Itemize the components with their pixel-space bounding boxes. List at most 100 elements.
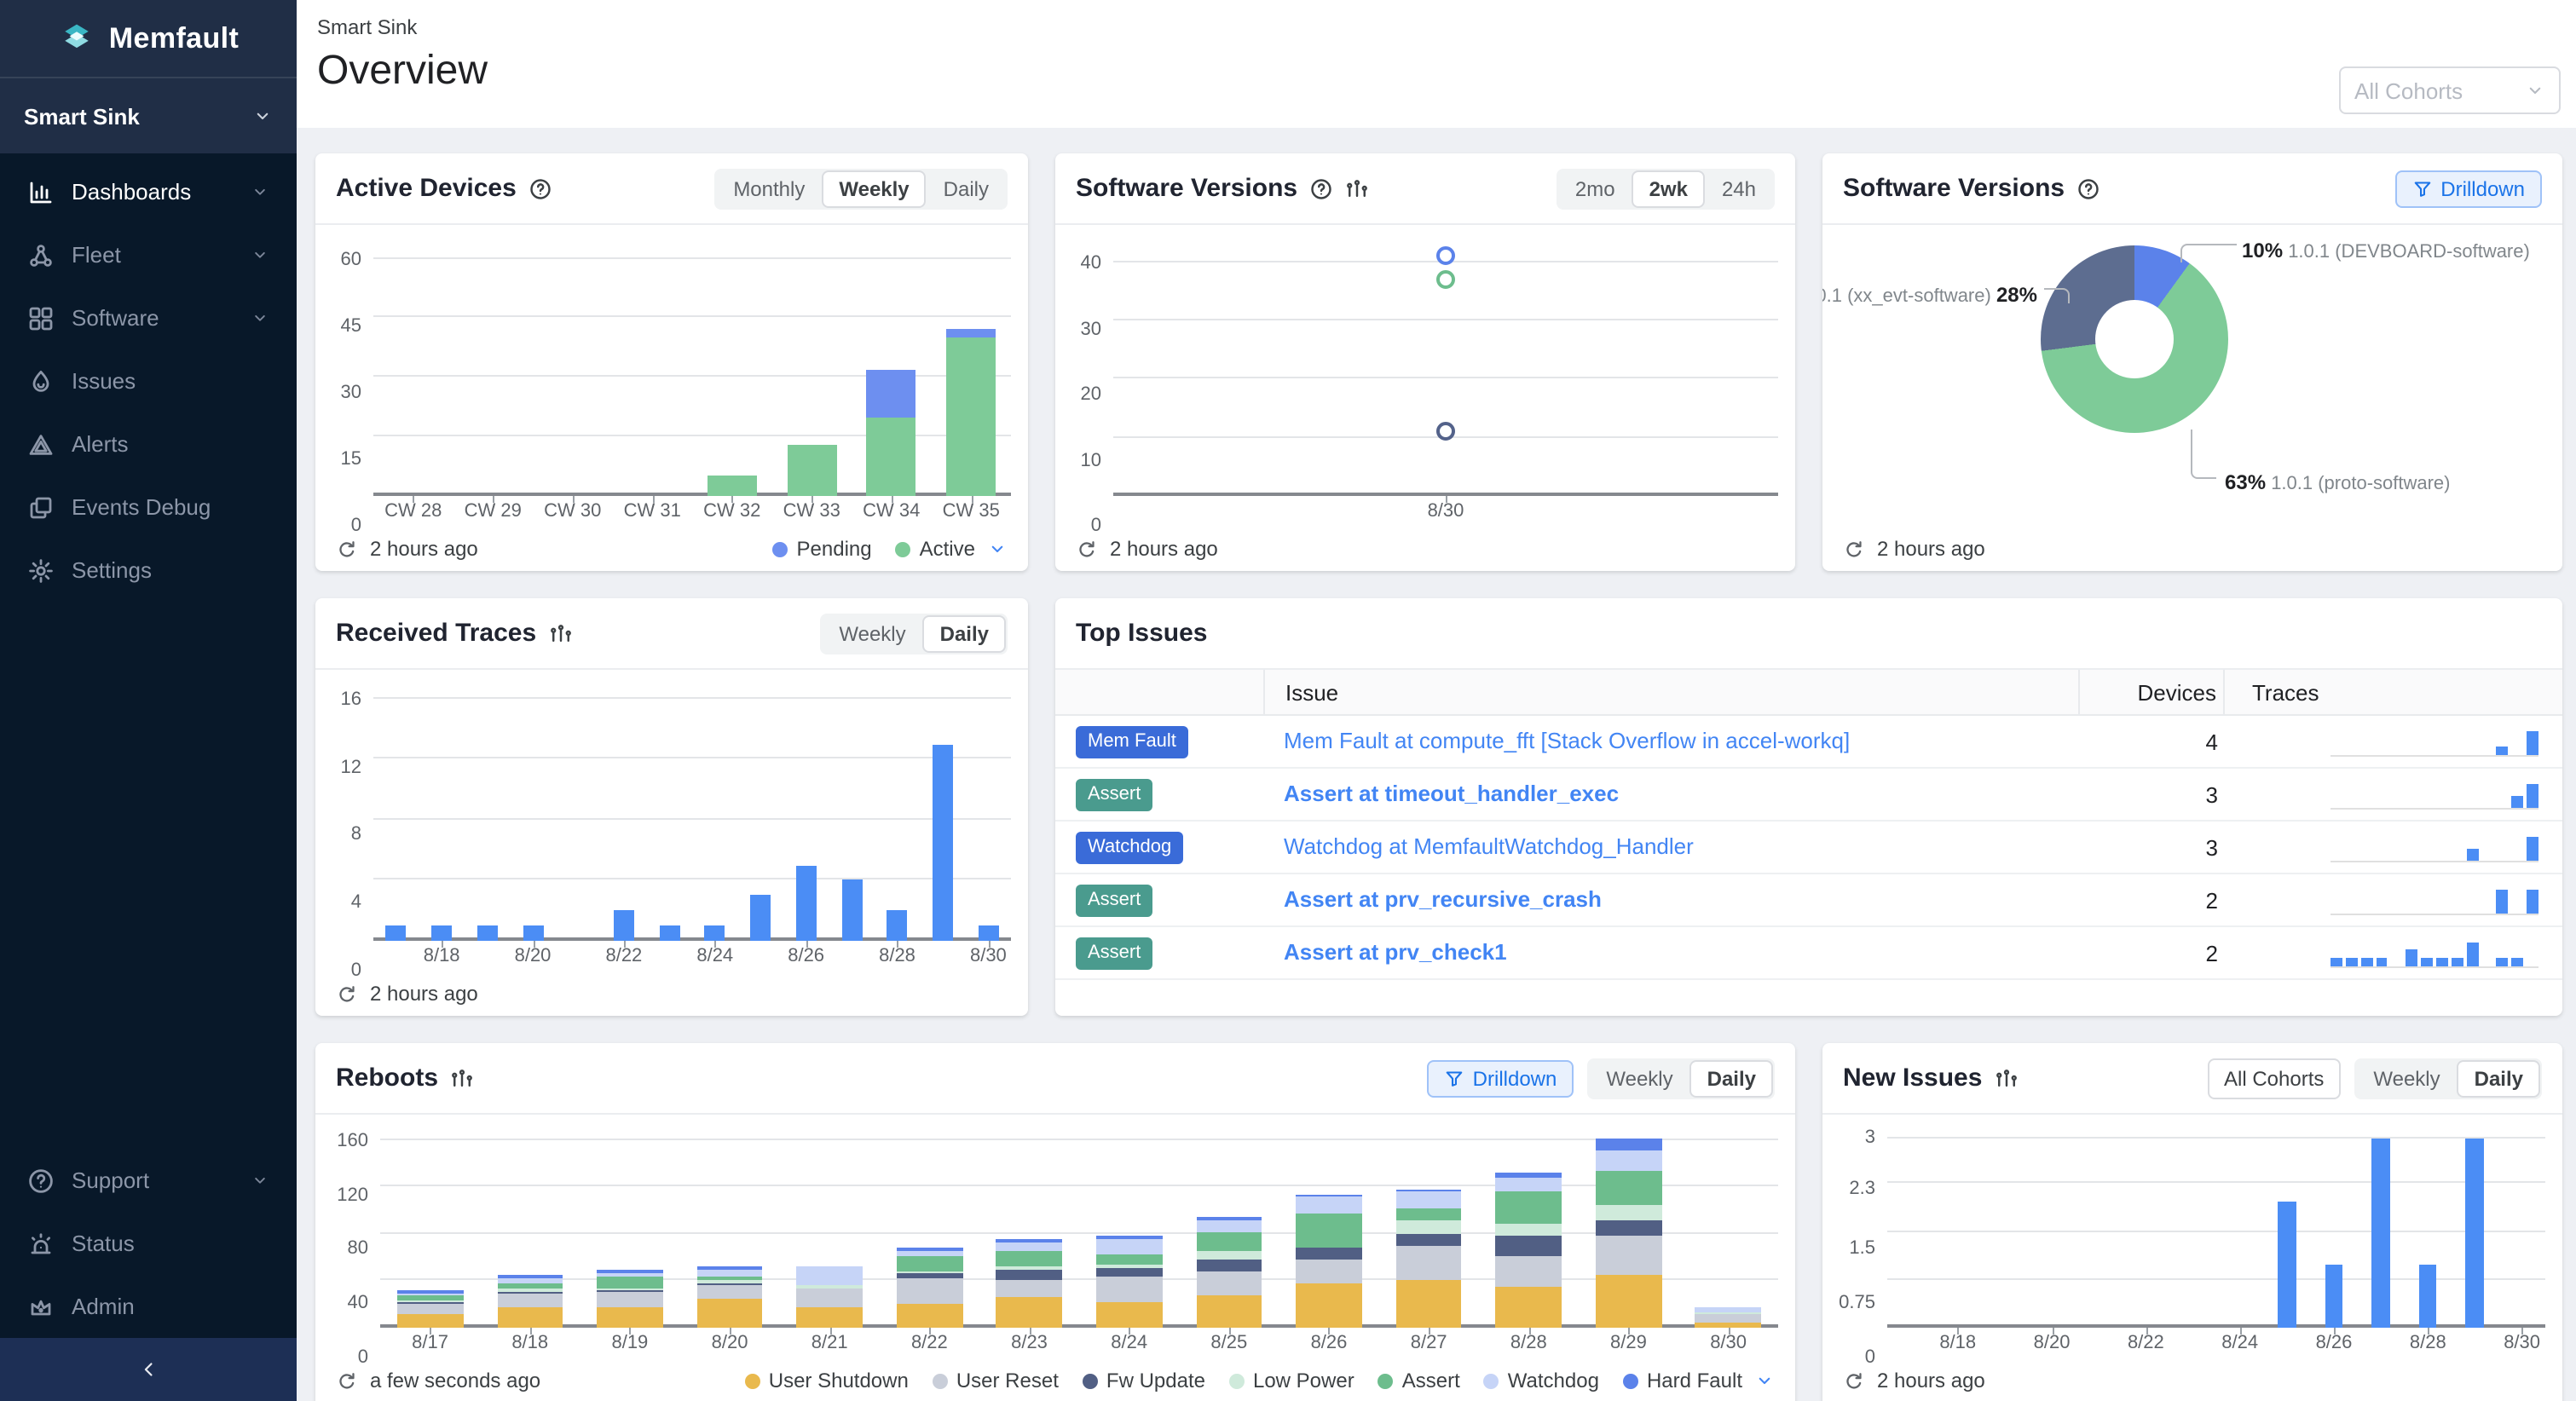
x-tick-label: CW 35 (932, 503, 1012, 522)
refresh-icon[interactable] (1843, 1369, 1865, 1392)
project-selector[interactable]: Smart Sink (0, 77, 297, 153)
sidebar: Memfault Smart Sink DashboardsFleetSoftw… (0, 0, 297, 1401)
x-tick: CW 33 (772, 496, 852, 527)
tick-mark (1628, 1328, 1630, 1335)
refresh-icon[interactable] (1076, 538, 1098, 560)
card-title: Software Versions (1076, 174, 1297, 203)
bar-stack (431, 683, 452, 941)
sidebar-item-fleet[interactable]: Fleet (0, 223, 297, 286)
cohort-filter-select[interactable]: All Cohorts (2339, 66, 2561, 114)
card-title: New Issues (1843, 1064, 1982, 1093)
drilldown-button[interactable]: Drilldown (1427, 1059, 1574, 1097)
bar-stack (548, 239, 598, 496)
x-tick-label: 8/28 (875, 948, 920, 966)
toggle-option-2wk[interactable]: 2wk (1632, 170, 1705, 207)
last-updated: 2 hours ago (1877, 537, 1985, 561)
toggle-option-weekly[interactable]: Weekly (1589, 1059, 1689, 1097)
card-title: Top Issues (1076, 619, 1208, 648)
bar-stack (1996, 1128, 2013, 1328)
toggle-option-daily[interactable]: Daily (927, 170, 1006, 207)
sidebar-item-status[interactable]: Status (0, 1212, 297, 1275)
bar-segment (497, 1294, 563, 1306)
x-tick (920, 941, 965, 971)
issue-link[interactable]: Assert at prv_recursive_crash (1284, 886, 1602, 912)
bar-segment (397, 1315, 463, 1328)
plot-wrap: CW 28CW 29CW 30CW 31CW 32CW 33CW 34CW 35 (373, 239, 1011, 527)
bar-column (2405, 1128, 2452, 1328)
metric-chart-icon[interactable] (1345, 176, 1369, 200)
bar-segment (1395, 1191, 1461, 1208)
issue-link[interactable]: Watchdog at MemfaultWatchdog_Handler (1284, 833, 1694, 859)
traces-sparkline (2331, 938, 2538, 967)
cohort-filter-button[interactable]: All Cohorts (2207, 1058, 2341, 1098)
x-tick-label: CW 32 (692, 503, 772, 522)
bar-segment (1196, 1260, 1262, 1271)
last-updated: a few seconds ago (370, 1369, 540, 1392)
sidebar-item-support[interactable]: Support (0, 1149, 297, 1212)
sidebar-item-admin[interactable]: Admin (0, 1275, 297, 1338)
refresh-icon[interactable] (336, 983, 358, 1005)
bar-stack (2137, 1128, 2155, 1328)
help-icon[interactable] (2076, 176, 2100, 200)
help-icon[interactable] (528, 176, 552, 200)
toggle-option-daily[interactable]: Daily (1690, 1059, 1773, 1097)
scatter-point[interactable] (1436, 423, 1455, 441)
bar-stack (797, 1128, 863, 1328)
sidebar-item-settings[interactable]: Settings (0, 539, 297, 602)
x-tick-label: 8/18 (480, 1335, 580, 1353)
legend-chevron-down-icon[interactable] (1754, 1370, 1775, 1391)
x-tick-label: 8/20 (510, 948, 555, 966)
sidebar-item-alerts[interactable]: Alerts (0, 412, 297, 476)
tick-mark (715, 941, 717, 948)
metric-chart-icon[interactable] (548, 621, 572, 645)
sidebar-item-dashboards[interactable]: Dashboards (0, 160, 297, 223)
toggle-option-weekly[interactable]: Weekly (822, 170, 926, 207)
toggle-option-weekly[interactable]: Weekly (822, 614, 922, 652)
metric-chart-icon[interactable] (450, 1066, 474, 1090)
sidebar-item-software[interactable]: Software (0, 286, 297, 349)
bar-stack (978, 683, 998, 941)
bar-segment (996, 1297, 1062, 1328)
software-versions-donut-chart[interactable] (2041, 245, 2228, 433)
sidebar-bottom: SupportStatusAdmin (0, 1142, 297, 1401)
bar-stack (946, 239, 996, 496)
bar-segment (597, 1291, 662, 1307)
sidebar-collapse-button[interactable] (0, 1338, 297, 1401)
refresh-icon[interactable] (336, 1369, 358, 1392)
bar-segment (1096, 1302, 1162, 1328)
toggle-option-monthly[interactable]: Monthly (716, 170, 822, 207)
sidebar-item-events-debug[interactable]: Events Debug (0, 476, 297, 539)
toggle-option-2mo[interactable]: 2mo (1558, 170, 1632, 207)
issue-link[interactable]: Mem Fault at compute_fft [Stack Overflow… (1284, 728, 1850, 753)
toggle-option-daily[interactable]: Daily (923, 614, 1006, 652)
scatter-point[interactable] (1436, 270, 1455, 289)
bar-stack (1096, 1128, 1162, 1328)
drilldown-button[interactable]: Drilldown (2394, 170, 2542, 207)
breadcrumb[interactable]: Smart Sink (317, 15, 417, 39)
traces-cell (2225, 780, 2562, 809)
scatter-point[interactable] (1436, 247, 1455, 266)
bar-stack (468, 239, 517, 496)
issue-link[interactable]: Assert at prv_check1 (1284, 939, 1507, 965)
bar-segment (696, 1269, 762, 1276)
help-icon[interactable] (1309, 176, 1333, 200)
bar-stack (787, 239, 836, 496)
tick-mark (2146, 1328, 2147, 1335)
tick-mark (624, 941, 626, 948)
bar-segment (797, 1267, 863, 1285)
refresh-icon[interactable] (336, 538, 358, 560)
memfault-logo[interactable]: Memfault (0, 0, 297, 77)
toggle-option-24h[interactable]: 24h (1705, 170, 1773, 207)
issue-type-cell: Watchdog (1055, 831, 1263, 864)
metric-chart-icon[interactable] (1994, 1066, 2018, 1090)
sidebar-item-issues[interactable]: Issues (0, 349, 297, 412)
toggle-option-daily[interactable]: Daily (2458, 1059, 2540, 1097)
refresh-icon[interactable] (1843, 538, 1865, 560)
issue-link[interactable]: Assert at timeout_handler_exec (1284, 781, 1619, 806)
legend-chevron-down-icon[interactable] (987, 539, 1008, 559)
toggle-option-weekly[interactable]: Weekly (2356, 1059, 2457, 1097)
x-tick: 8/26 (1279, 1328, 1378, 1358)
chart-area: 10% 1.0.1 (DEVBOARD-software) 1.0.1 (xx_… (1822, 225, 2562, 527)
x-tick (2169, 1328, 2216, 1358)
bar-column (2310, 1128, 2357, 1328)
